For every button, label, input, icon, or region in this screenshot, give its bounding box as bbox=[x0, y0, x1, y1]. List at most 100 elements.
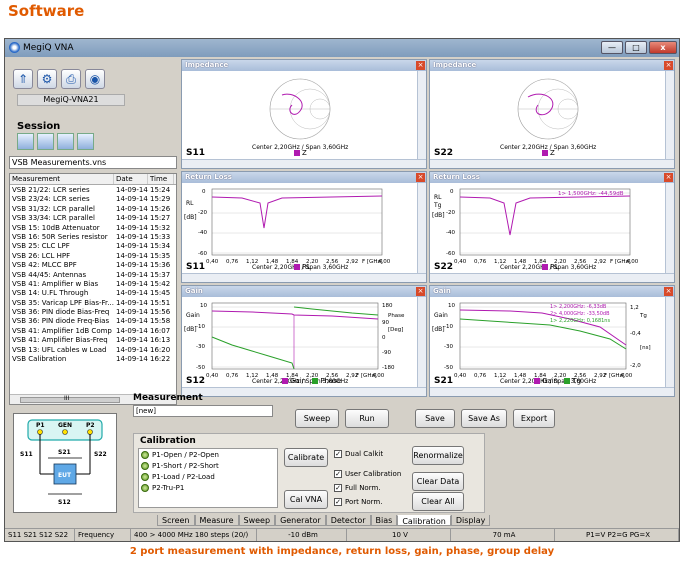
column-header-date[interactable]: Date bbox=[114, 174, 148, 184]
export-button[interactable]: Export bbox=[513, 409, 555, 428]
save-button[interactable]: Save bbox=[415, 409, 455, 428]
horizontal-scrollbar[interactable] bbox=[182, 273, 426, 282]
session-file-field[interactable]: VSB Measurements.vns bbox=[9, 156, 177, 169]
y-tick-label: -20 bbox=[446, 210, 455, 216]
pane-close-icon[interactable]: × bbox=[664, 173, 673, 182]
time-cell: 15:45 bbox=[150, 289, 171, 298]
column-header-measurement[interactable]: Measurement bbox=[10, 174, 114, 184]
vertical-scrollbar[interactable] bbox=[417, 297, 426, 387]
dual-calkit-checkbox[interactable]: ✓ Dual Calkit bbox=[334, 450, 383, 458]
vertical-scrollbar[interactable] bbox=[417, 71, 426, 159]
list-item[interactable]: VSB Calibration 14-09-14 16:22 bbox=[10, 354, 176, 363]
list-item[interactable]: VSB 42: MLCC BPF 14-09-14 15:36 bbox=[10, 260, 176, 269]
calibration-item[interactable]: P2-Tru-P1 bbox=[139, 482, 277, 493]
column-header-time[interactable]: Time bbox=[148, 174, 174, 184]
list-item[interactable]: VSB 16: 50R Series resistor 14-09-14 15:33 bbox=[10, 232, 176, 241]
up-arrows-icon[interactable]: ⇑ bbox=[13, 69, 33, 89]
list-item[interactable]: VSB 14: U.FL Through 14-09-14 15:45 bbox=[10, 288, 176, 297]
pane-close-icon[interactable]: × bbox=[416, 173, 425, 182]
calibration-list[interactable]: P1-Open / P2-Open P1-Short / P2-Short P1… bbox=[138, 448, 278, 508]
list-item[interactable]: VSB 36: PIN diode Bias-Freq 14-09-14 15:56 bbox=[10, 307, 176, 316]
tab-display[interactable]: Display bbox=[450, 515, 491, 526]
pane-close-icon[interactable]: × bbox=[416, 287, 425, 296]
date-cell: 14-09-14 bbox=[116, 251, 148, 260]
legend: RL bbox=[294, 263, 311, 271]
list-item[interactable]: VSB 33/34: LCR parallel 14-09-14 15:27 bbox=[10, 213, 176, 222]
y-axis-title: RL bbox=[434, 194, 442, 201]
list-item[interactable]: VSB 44/45: Antennas 14-09-14 15:37 bbox=[10, 270, 176, 279]
vertical-scrollbar[interactable] bbox=[665, 183, 674, 273]
pane-close-icon[interactable]: × bbox=[664, 61, 673, 70]
user-calibration-checkbox[interactable]: ✓ User Calibration bbox=[334, 470, 401, 478]
list-item[interactable]: VSB 21/22: LCR series 14-09-14 15:24 bbox=[10, 185, 176, 194]
tab-generator[interactable]: Generator bbox=[275, 515, 326, 526]
pane-close-icon[interactable]: × bbox=[664, 287, 673, 296]
settings-icon[interactable]: ⚙ bbox=[37, 69, 57, 89]
time-cell: 15:35 bbox=[150, 251, 171, 260]
cal-vna-button[interactable]: Cal VNA bbox=[284, 490, 328, 509]
time-cell: 15:27 bbox=[150, 214, 171, 223]
measurement-name-cell: VSB 41: Amplifier Bias-Freq bbox=[12, 336, 108, 345]
sweep-button[interactable]: Sweep bbox=[295, 409, 339, 428]
calibration-item[interactable]: P1-Open / P2-Open bbox=[139, 449, 277, 460]
horizontal-scrollbar[interactable] bbox=[430, 159, 674, 168]
list-item[interactable]: VSB 35: Varicap LPF Bias-Fr... 14-09-14 15… bbox=[10, 298, 176, 307]
pane-title: Gain bbox=[182, 286, 426, 297]
diagram-eut: EUT bbox=[58, 472, 72, 479]
x-axis-unit: F [GHz] bbox=[610, 259, 631, 265]
calibration-item[interactable]: P1-Short / P2-Short bbox=[139, 460, 277, 471]
full-norm-checkbox[interactable]: ✓ Full Norm. bbox=[334, 484, 381, 492]
measurement-rows: VSB 21/22: LCR series 14-09-14 15:24 VSB 23… bbox=[10, 185, 176, 363]
save-as-session-icon[interactable] bbox=[77, 133, 94, 150]
y2-tick-label: -180 bbox=[382, 365, 395, 371]
y-tick-label: -60 bbox=[446, 251, 455, 257]
run-button[interactable]: Run bbox=[345, 409, 389, 428]
new-session-icon[interactable] bbox=[17, 133, 34, 150]
y2-tick-label: 1,2 bbox=[630, 305, 639, 311]
calibrate-button[interactable]: Calibrate bbox=[284, 448, 328, 467]
tab-sweep[interactable]: Sweep bbox=[238, 515, 276, 526]
list-item[interactable]: VSB 41: Amplifier Bias-Freq 14-09-14 16:13 bbox=[10, 335, 176, 344]
list-item[interactable]: VSB 41: Amplifier 1dB Comp 14-09-14 16:07 bbox=[10, 326, 176, 335]
list-item[interactable]: VSB 26: LCL HPF 14-09-14 15:35 bbox=[10, 251, 176, 260]
y-tick-label: 10 bbox=[200, 303, 207, 309]
save-session-icon[interactable] bbox=[57, 133, 74, 150]
device-icon[interactable]: ◉ bbox=[85, 69, 105, 89]
minimize-button[interactable]: — bbox=[601, 41, 623, 54]
list-item[interactable]: VSB 23/24: LCR series 14-09-14 15:29 bbox=[10, 194, 176, 203]
port-norm-checkbox[interactable]: ✓ Port Norm. bbox=[334, 498, 382, 506]
open-session-icon[interactable] bbox=[37, 133, 54, 150]
horizontal-scrollbar[interactable] bbox=[182, 159, 426, 168]
tab-detector[interactable]: Detector bbox=[325, 515, 371, 526]
time-cell: 15:34 bbox=[150, 242, 171, 251]
horizontal-scrollbar[interactable] bbox=[430, 273, 674, 282]
clear-data-button[interactable]: Clear Data bbox=[412, 472, 464, 491]
tab-bias[interactable]: Bias bbox=[370, 515, 398, 526]
list-item[interactable]: VSB 41: Amplifier w Bias 14-09-14 15:42 bbox=[10, 279, 176, 288]
list-item[interactable]: VSB 13: UFL cables w Load 14-09-14 16:20 bbox=[10, 345, 176, 354]
renormalize-button[interactable]: Renormalize bbox=[412, 446, 464, 465]
tab-measure[interactable]: Measure bbox=[194, 515, 239, 526]
list-item[interactable]: VSB 36: PIN diode Freq-Bias 14-09-14 15:58 bbox=[10, 316, 176, 325]
printer-icon[interactable]: ⎙ bbox=[61, 69, 81, 89]
pane-title: Gain bbox=[430, 286, 674, 297]
tab-calibration[interactable]: Calibration bbox=[397, 515, 451, 526]
vertical-scrollbar[interactable] bbox=[665, 71, 674, 159]
pane-close-icon[interactable]: × bbox=[416, 61, 425, 70]
calibration-item[interactable]: P1-Load / P2-Load bbox=[139, 471, 277, 482]
clear-all-button[interactable]: Clear All bbox=[412, 492, 464, 511]
vertical-scrollbar[interactable] bbox=[665, 297, 674, 387]
close-button[interactable]: x bbox=[649, 41, 677, 54]
save-as-button[interactable]: Save As bbox=[461, 409, 507, 428]
list-item[interactable]: VSB 31/32: LCR parallel 14-09-14 15:26 bbox=[10, 204, 176, 213]
tab-screen[interactable]: Screen bbox=[157, 515, 195, 526]
maximize-button[interactable]: □ bbox=[625, 41, 647, 54]
vertical-scrollbar[interactable] bbox=[417, 183, 426, 273]
measurement-list[interactable]: Measurement Date Time VSB 21/22: LCR ser… bbox=[9, 173, 177, 405]
list-item[interactable]: VSB 25: CLC LPF 14-09-14 15:34 bbox=[10, 241, 176, 250]
list-item[interactable]: VSB 15: 10dB Attenuator 14-09-14 15:32 bbox=[10, 223, 176, 232]
title-bar: MegiQ VNA — □ x bbox=[5, 39, 679, 57]
smith-chart-s11: Center 2,20GHz / Span 3,60GHz bbox=[252, 78, 348, 151]
scroll-thumb[interactable] bbox=[20, 397, 120, 403]
measurement-name-input[interactable]: [new] bbox=[133, 405, 273, 417]
